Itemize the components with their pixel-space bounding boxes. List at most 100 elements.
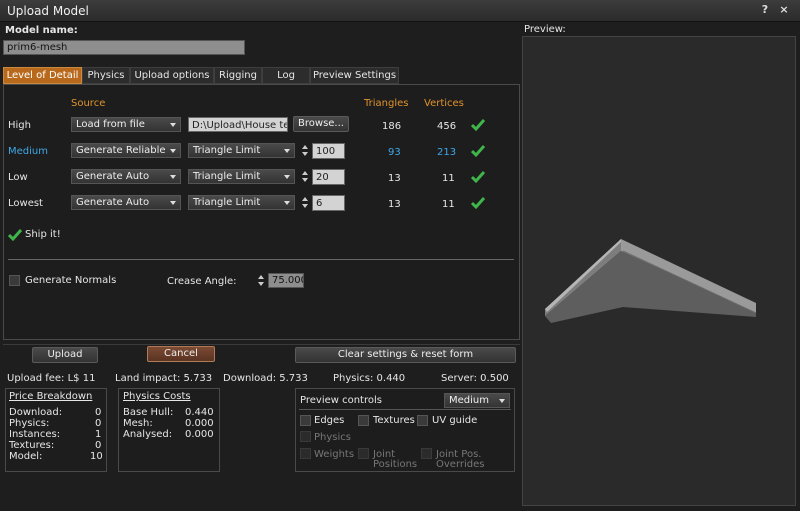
help-icon[interactable]: ? (758, 3, 772, 17)
lod-mode-medium[interactable]: Triangle Limit (188, 143, 295, 158)
lod-label-high: High (8, 120, 31, 131)
lod-label-lowest: Lowest (8, 198, 43, 209)
vertices-header: Vertices (424, 98, 464, 109)
lod-label-low: Low (8, 172, 28, 183)
triangles-lowest: 13 (388, 199, 401, 210)
lod-mode-low[interactable]: Triangle Limit (188, 169, 295, 184)
preview-controls-title: Preview controls (300, 395, 382, 406)
limit-input-medium[interactable]: 100 (312, 143, 345, 159)
triangles-medium: 93 (388, 147, 401, 158)
lod-mode-low-value: Triangle Limit (193, 171, 261, 182)
vertices-low: 11 (442, 173, 455, 184)
textures-checkbox[interactable] (358, 415, 369, 426)
edges-label: Edges (314, 415, 345, 426)
price-breakdown-title: Price Breakdown (9, 391, 93, 402)
lod-source-low[interactable]: Generate Auto (71, 169, 181, 184)
price-instances-label: Instances: (9, 429, 61, 440)
uv-guide-checkbox[interactable] (417, 415, 428, 426)
lod-source-high[interactable]: Load from file (71, 117, 181, 132)
crease-angle-label: Crease Angle: (167, 276, 237, 287)
chevron-down-icon (284, 175, 290, 179)
analysed-value: 0.000 (185, 429, 214, 440)
chevron-down-icon (499, 399, 505, 403)
tab-preview-settings[interactable]: Preview Settings (310, 67, 399, 84)
lod-source-lowest[interactable]: Generate Auto (71, 195, 181, 210)
crease-angle-input[interactable]: 75.000 (268, 273, 304, 288)
vertices-high: 456 (437, 121, 457, 132)
lod-source-medium-value: Generate Reliable (76, 145, 166, 156)
tab-rigging[interactable]: Rigging (214, 67, 262, 84)
lod-source-medium[interactable]: Generate Reliable (71, 143, 181, 158)
limit-spinner-medium[interactable] (301, 143, 310, 158)
price-physics-value: 0 (95, 418, 102, 429)
joint-overrides-label-2: Overrides (436, 459, 485, 470)
vertices-medium: 213 (437, 147, 457, 158)
close-icon[interactable]: × (777, 3, 791, 17)
weights-checkbox[interactable] (300, 448, 311, 459)
lod-source-low-value: Generate Auto (76, 171, 150, 182)
upload-fee: Upload fee: L$ 11 (7, 373, 96, 384)
physics-cost: Physics: 0.440 (333, 373, 406, 384)
base-hull-label: Base Hull: (123, 407, 174, 418)
chevron-down-icon (170, 175, 176, 179)
joint-positions-checkbox[interactable] (358, 448, 369, 459)
triangles-low: 13 (388, 173, 401, 184)
physics-label: Physics (314, 432, 351, 443)
browse-button[interactable]: Browse... (293, 116, 349, 132)
triangles-high: 186 (382, 121, 402, 132)
title-bar: Upload Model ? × (0, 0, 800, 22)
generate-normals-checkbox[interactable] (9, 275, 20, 286)
physics-costs-title: Physics Costs (123, 391, 191, 402)
lod-source-lowest-value: Generate Auto (76, 197, 150, 208)
limit-input-lowest[interactable]: 6 (312, 195, 345, 211)
lod-file-path-high[interactable]: D:\Upload\House test (188, 117, 288, 132)
textures-label: Textures (373, 415, 415, 426)
cancel-button[interactable]: Cancel (147, 346, 215, 362)
preview-viewport[interactable] (522, 36, 796, 506)
model-name-input[interactable]: prim6-mesh (3, 40, 245, 55)
lod-label-medium: Medium (8, 146, 48, 157)
price-instances-value: 1 (95, 429, 102, 440)
lod-source-high-value: Load from file (76, 119, 145, 130)
triangles-header: Triangles (364, 98, 409, 109)
chevron-down-icon (284, 201, 290, 205)
edges-checkbox[interactable] (300, 415, 311, 426)
house-mesh-preview (545, 239, 757, 323)
crease-angle-spinner[interactable] (257, 273, 266, 288)
separator (8, 259, 514, 260)
joint-overrides-checkbox[interactable] (421, 448, 432, 459)
upload-button[interactable]: Upload (32, 347, 98, 363)
physics-checkbox[interactable] (300, 431, 311, 442)
lod-mode-medium-value: Triangle Limit (193, 145, 261, 156)
preview-lod-select[interactable]: Medium (444, 393, 510, 408)
tab-upload-options[interactable]: Upload options (130, 67, 214, 84)
generate-normals-label: Generate Normals (25, 275, 117, 286)
window-title: Upload Model (7, 4, 89, 18)
check-icon (8, 229, 22, 242)
source-header: Source (71, 98, 106, 109)
joint-positions-label-2: Positions (373, 459, 418, 470)
limit-spinner-lowest[interactable] (301, 195, 310, 210)
clear-settings-button[interactable]: Clear settings & reset form (295, 347, 516, 363)
limit-input-low[interactable]: 20 (312, 169, 345, 185)
mesh-cost-label: Mesh: (123, 418, 153, 429)
preview-lod-value: Medium (449, 395, 489, 406)
tab-level-of-detail[interactable]: Level of Detail (3, 67, 82, 84)
vertices-lowest: 11 (442, 199, 455, 210)
lod-mode-lowest[interactable]: Triangle Limit (188, 195, 295, 210)
tab-physics[interactable]: Physics (82, 67, 130, 84)
chevron-down-icon (170, 123, 176, 127)
ship-it-label: Ship it! (25, 229, 61, 240)
price-physics-label: Physics: (9, 418, 50, 429)
price-download-label: Download: (9, 407, 63, 418)
check-icon (471, 145, 485, 158)
mesh-cost-value: 0.000 (185, 418, 214, 429)
check-icon (471, 171, 485, 184)
chevron-down-icon (170, 149, 176, 153)
download-cost: Download: 5.733 (223, 373, 308, 384)
uv-guide-label: UV guide (432, 415, 478, 426)
tab-log[interactable]: Log (262, 67, 310, 84)
land-impact: Land impact: 5.733 (115, 373, 213, 384)
limit-spinner-low[interactable] (301, 169, 310, 184)
price-model-value: 10 (90, 451, 103, 462)
